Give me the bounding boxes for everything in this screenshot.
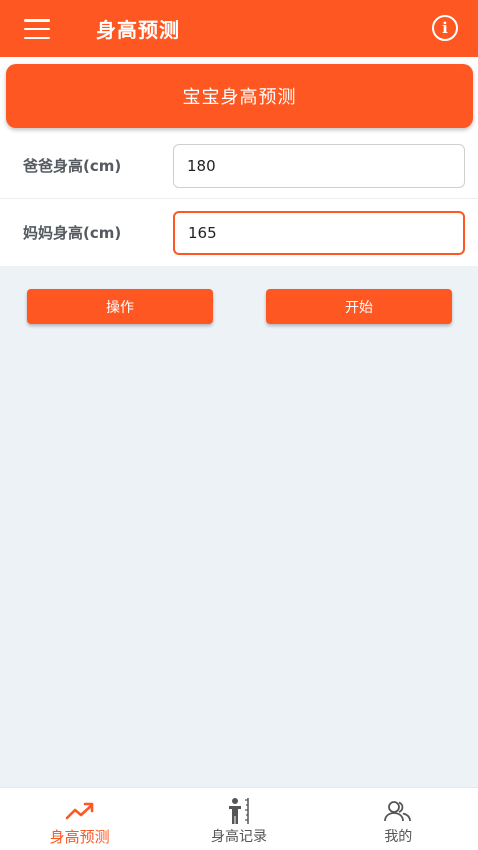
nav-item-height-predict[interactable]: 身高预测 [0,788,159,850]
start-button[interactable]: 开始 [266,289,452,324]
father-height-input[interactable] [173,144,465,188]
users-icon [383,798,413,824]
nav-label: 身高预测 [49,828,110,846]
mother-height-label: 妈妈身高(cm) [23,224,122,242]
trend-up-icon [65,798,95,824]
info-icon[interactable]: i [432,15,458,41]
operate-button[interactable]: 操作 [27,289,213,324]
nav-label: 我的 [384,829,413,845]
nav-item-mine[interactable]: 我的 [319,788,478,850]
height-record-icon [224,798,254,824]
app-bar: 身高预测 i [0,0,478,57]
father-height-row: 爸爸身高(cm) [0,133,478,199]
nav-item-height-record[interactable]: 身高记录 [159,788,318,850]
mother-height-input[interactable] [173,211,465,255]
nav-label: 身高记录 [210,829,267,845]
mother-height-row: 妈妈身高(cm) [0,200,478,266]
menu-icon[interactable] [22,17,52,41]
banner-title: 宝宝身高预测 [6,64,473,128]
bottom-nav: 身高预测 身高记录 我的 [0,787,478,850]
page-title: 身高预测 [96,18,180,42]
father-height-label: 爸爸身高(cm) [23,157,122,175]
